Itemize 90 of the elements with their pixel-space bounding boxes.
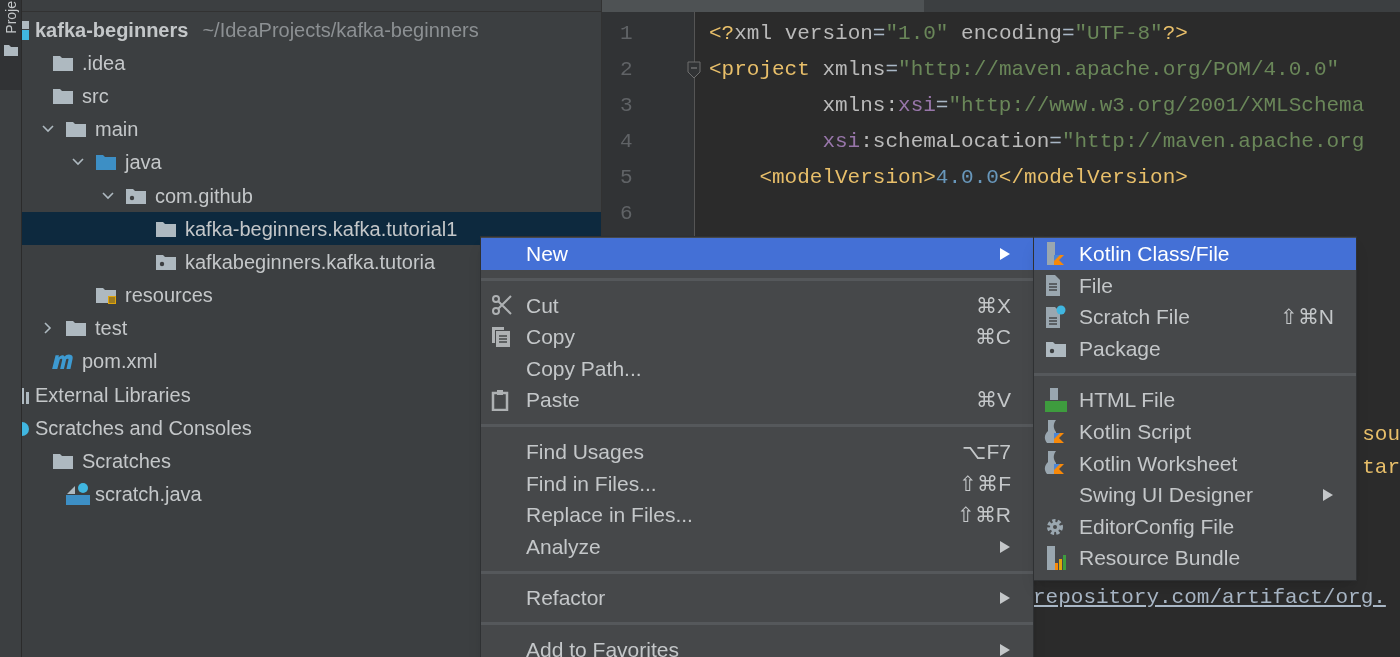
folder-icon — [52, 452, 74, 471]
libraries-icon — [22, 385, 30, 404]
file-icon — [1044, 273, 1062, 298]
menu-item[interactable]: Resource Bundle — [1034, 542, 1356, 574]
folder-icon — [52, 53, 74, 72]
clipboard-icon — [491, 389, 509, 412]
java-scratch-icon — [65, 482, 91, 507]
shortcut-label: ⇧⌘N — [1279, 304, 1334, 331]
shortcut-label: ⌘C — [974, 324, 1011, 351]
menu-item[interactable]: Add to Favorites — [481, 633, 1033, 657]
menu-item[interactable]: Kotlin Worksheet — [1034, 447, 1356, 480]
code-fragment: sou — [1362, 421, 1400, 448]
tree-row[interactable]: src — [22, 79, 601, 113]
kotlin-script-icon — [1044, 450, 1066, 477]
tree-item-label: kafkabeginners.kafka.tutoria — [185, 249, 436, 275]
menu-item[interactable]: Scratch File ⇧⌘N — [1034, 301, 1356, 333]
kotlin-script-icon — [1044, 418, 1066, 445]
shortcut-label: ⇧⌘R — [956, 502, 1011, 529]
package-icon — [155, 252, 177, 271]
package-icon — [125, 186, 147, 205]
tree-item-label: .idea — [82, 50, 126, 76]
submenu-arrow-icon — [999, 591, 1011, 606]
submenu-arrow-icon — [999, 642, 1011, 657]
tree-item-label: kafka-beginners — [35, 17, 189, 43]
project-tool-tab[interactable]: Proje — [0, 0, 21, 90]
folder-icon — [95, 153, 117, 172]
menu-item[interactable]: Copy ⌘C — [481, 321, 1033, 353]
menu-item[interactable]: Replace in Files... ⇧⌘R — [481, 499, 1033, 531]
folder-icon — [65, 319, 87, 338]
maven-icon — [52, 353, 74, 370]
tree-item-label: External Libraries — [35, 382, 191, 408]
submenu-arrow-icon — [1322, 487, 1334, 502]
tree-item-label: java — [125, 150, 162, 176]
code-line: <modelVersion>4.0.0</modelVersion> — [758, 165, 1188, 192]
menu-item[interactable]: HTML File — [1034, 384, 1356, 416]
folder-icon — [3, 43, 18, 56]
code-link[interactable]: repository.com/artifact/org. — [1033, 586, 1386, 609]
folder-icon — [65, 120, 87, 139]
folder-icon — [52, 86, 74, 105]
tree-item-label: kafka-beginners.kafka.tutorial1 — [185, 216, 458, 242]
menu-item[interactable]: Find in Files... ⇧⌘F — [481, 467, 1033, 500]
tree-item-label: scratch.java — [95, 482, 202, 508]
module-icon — [22, 18, 30, 41]
tree-item-label: main — [95, 117, 139, 143]
shortcut-label: ⌘V — [976, 387, 1011, 414]
kotlin-file-icon — [1044, 240, 1066, 267]
resources-folder-icon — [95, 286, 117, 305]
menu-item[interactable]: Copy Path... — [481, 352, 1033, 385]
tree-item-label: src — [82, 83, 109, 109]
tree-row[interactable]: com.github — [22, 178, 601, 213]
menu-item[interactable]: Kotlin Script — [1034, 415, 1356, 448]
menu-item[interactable]: EditorConfig File — [1034, 510, 1356, 543]
scratch-file-icon — [1044, 305, 1066, 329]
code-line: xmlns:xsi="http://www.w3.org/2001/XMLSchema — [821, 93, 1365, 120]
tree-row[interactable]: main — [22, 112, 601, 146]
menu-item[interactable]: Cut ⌘X — [481, 289, 1033, 322]
tree-item-label: resources — [125, 283, 213, 309]
code-line: <?xml version="1.0" encoding="UTF-8"?> — [709, 21, 1188, 48]
code-fragment: tar — [1362, 454, 1400, 481]
tree-item-label: pom.xml — [82, 349, 158, 375]
menu-item[interactable]: New — [481, 238, 1033, 270]
resource-bundle-icon — [1044, 545, 1066, 572]
shortcut-label: ⇧⌘F — [959, 470, 1011, 497]
tree-item-label: Scratches and Consoles — [35, 415, 252, 441]
menu-item[interactable]: Kotlin Class/File — [1034, 238, 1356, 270]
copy-icon — [491, 326, 511, 348]
folder-icon — [155, 219, 177, 238]
shortcut-label: ⌥F7 — [962, 439, 1011, 465]
tree-row[interactable]: kafka-beginners.kafka.tutorial1 — [22, 212, 601, 246]
tree-row[interactable]: .idea — [22, 46, 601, 80]
menu-item[interactable]: Swing UI Designer — [1034, 479, 1356, 511]
tree-row[interactable]: java — [22, 145, 601, 179]
menu-item[interactable]: Analyze — [481, 530, 1033, 563]
tree-row[interactable]: kafka-beginners ~/IdeaProjects/kafka-beginners — [22, 13, 601, 47]
scissors-icon — [491, 294, 513, 317]
menu-item[interactable]: File — [1034, 269, 1356, 302]
tool-window-label: Proje — [3, 1, 18, 34]
code-line: xsi:schemaLocation="http://maven.apache.org — [821, 129, 1365, 156]
package-icon — [1044, 339, 1068, 358]
menu-item[interactable]: Package — [1034, 332, 1356, 365]
submenu-arrow-icon — [999, 539, 1011, 554]
submenu-arrow-icon — [999, 246, 1011, 261]
html-file-icon — [1044, 387, 1068, 414]
shortcut-label: ⌘X — [976, 292, 1011, 319]
tree-item-label: Scratches — [82, 449, 171, 475]
tree-item-label: com.github — [155, 183, 253, 209]
code-line: <project xmlns="http://maven.apache.org/POM/4.0.0" — [709, 57, 1340, 84]
menu-item[interactable]: Refactor — [481, 582, 1033, 614]
project-path: ~/IdeaProjects/kafka-beginners — [202, 17, 479, 43]
tree-item-label: test — [95, 316, 128, 342]
